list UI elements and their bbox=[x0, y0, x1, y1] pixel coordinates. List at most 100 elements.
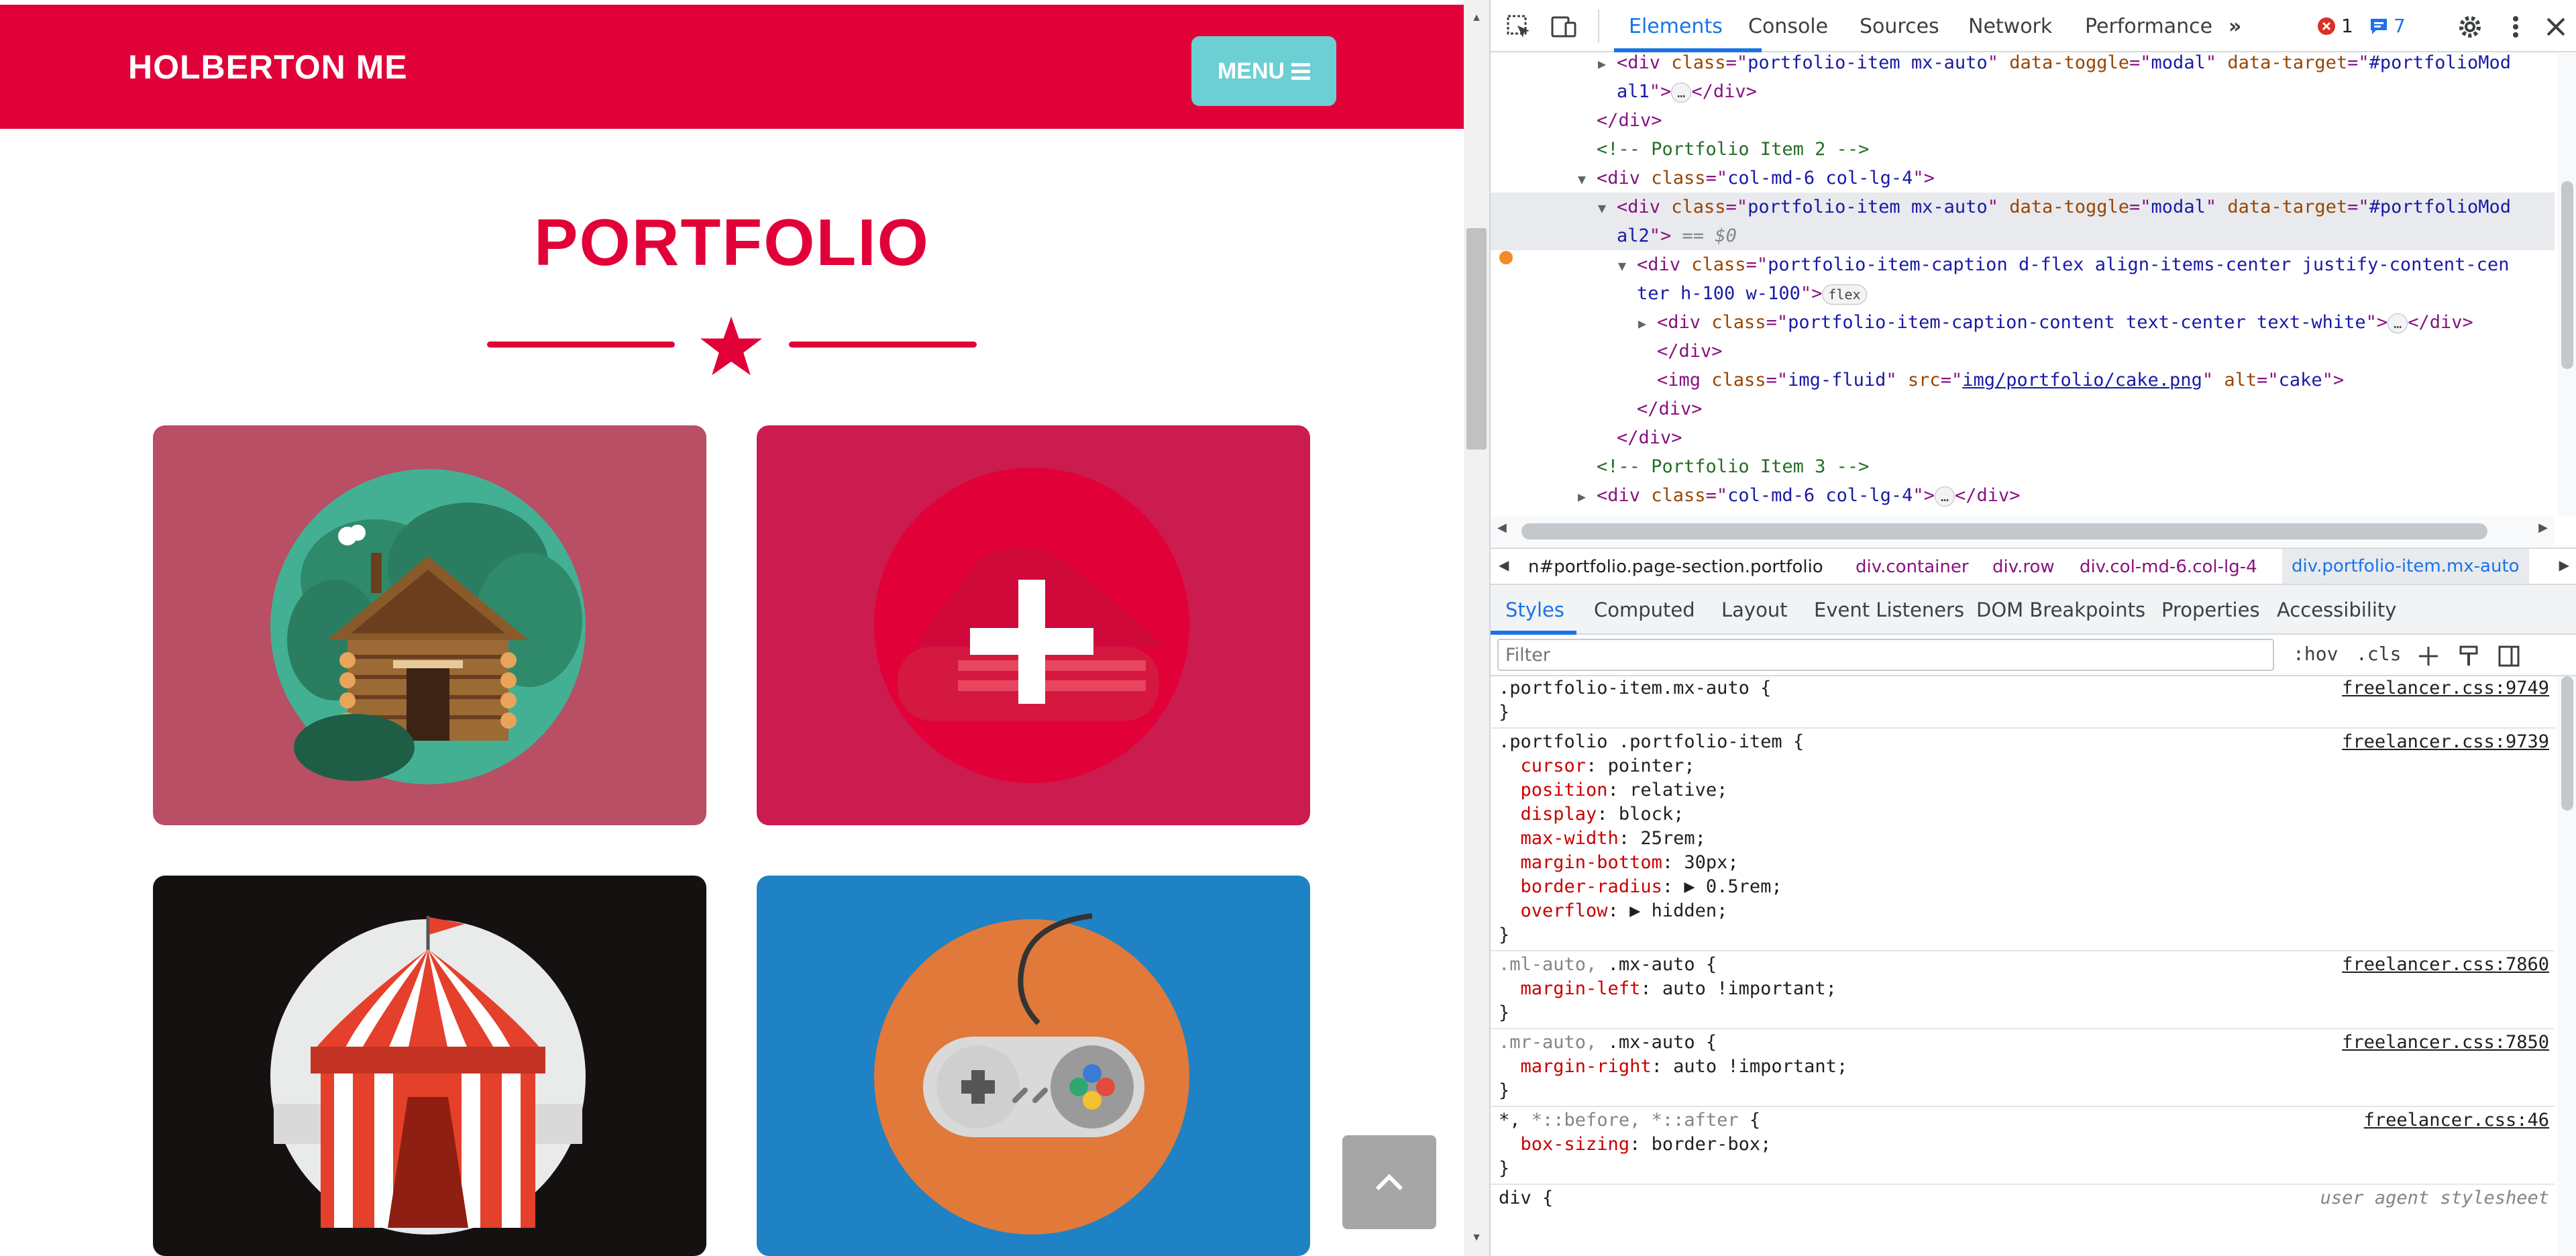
tab-sources[interactable]: Sources bbox=[1860, 15, 1939, 38]
expand-triangle-icon[interactable]: ▼ bbox=[1598, 194, 1617, 223]
css-property-name[interactable]: cursor bbox=[1521, 755, 1587, 776]
paint-brush-icon[interactable] bbox=[2457, 644, 2481, 668]
tab-elements[interactable]: Elements bbox=[1629, 15, 1723, 38]
css-property-name[interactable]: max-width bbox=[1521, 828, 1619, 849]
class-toggle[interactable]: .cls bbox=[2356, 643, 2401, 665]
styles-scrollbar[interactable] bbox=[2557, 676, 2576, 1256]
gear-icon[interactable] bbox=[2457, 13, 2483, 40]
menu-button[interactable]: MENU bbox=[1191, 36, 1336, 106]
tab-dom-breakpoints[interactable]: DOM Breakpoints bbox=[1976, 598, 2145, 621]
scroll-down-icon[interactable]: ▼ bbox=[1464, 1226, 1489, 1249]
portfolio-item-circus[interactable] bbox=[153, 876, 706, 1256]
style-declaration[interactable]: box-sizing: border-box; bbox=[1499, 1133, 2549, 1157]
portfolio-item-cake[interactable] bbox=[757, 425, 1310, 825]
add-rule-icon[interactable] bbox=[2416, 644, 2440, 668]
brand-logo[interactable]: HOLBERTON ME bbox=[128, 48, 408, 87]
style-declaration[interactable]: max-width: 25rem; bbox=[1499, 827, 2549, 851]
dom-tree[interactable]: ▶ <div class="portfolio-item mx-auto" dat… bbox=[1491, 54, 2555, 517]
dom-node-line[interactable]: ter h-100 w-100"> flex bbox=[1491, 279, 2555, 308]
style-source-link[interactable]: freelancer.css:7860 bbox=[2342, 953, 2549, 977]
css-property-name[interactable]: box-sizing bbox=[1521, 1134, 1630, 1155]
dom-node-line[interactable]: <img class="img-fluid" src="img/portfoli… bbox=[1491, 366, 2555, 395]
dom-tree-scrollbar[interactable] bbox=[2557, 54, 2576, 517]
expand-triangle-icon[interactable]: ▼ bbox=[1578, 165, 1597, 194]
css-property-name[interactable]: position bbox=[1521, 780, 1608, 800]
collapse-triangle-icon[interactable]: ▶ bbox=[1638, 309, 1657, 338]
style-rule-selector[interactable]: .portfolio-item.mx-auto {freelancer.css:… bbox=[1499, 676, 2549, 700]
hover-state-toggle[interactable]: :hov bbox=[2293, 643, 2338, 665]
dom-node-line[interactable]: al2"> == $0 bbox=[1491, 221, 2555, 250]
breadcrumb-item-row[interactable]: div.row bbox=[1992, 557, 2055, 577]
style-declaration[interactable]: cursor: pointer; bbox=[1499, 754, 2549, 778]
collapse-triangle-icon[interactable]: ▶ bbox=[1578, 482, 1597, 511]
scroll-left-icon[interactable]: ◀ bbox=[1497, 521, 1507, 535]
error-counter[interactable]: 1 bbox=[2317, 15, 2353, 37]
breadcrumb-item-portfolio-item[interactable]: div.portfolio-item.mx-auto bbox=[2282, 549, 2529, 584]
dom-node-line[interactable]: </div> bbox=[1491, 395, 2555, 423]
dom-token[interactable]: img/portfolio/cake.png bbox=[1962, 370, 2202, 390]
toggle-sidebar-icon[interactable] bbox=[2497, 644, 2521, 668]
dom-badge[interactable]: … bbox=[1934, 486, 1955, 507]
more-options-icon[interactable] bbox=[2502, 13, 2529, 40]
breadcrumb-item-container[interactable]: div.container bbox=[1856, 557, 1969, 577]
dom-node-line[interactable]: ▶ <div class="portfolio-item-caption-cont… bbox=[1491, 308, 2555, 337]
style-rule-selector[interactable]: *, *::before, *::after {freelancer.css:4… bbox=[1499, 1108, 2549, 1133]
scrollbar-thumb[interactable] bbox=[2561, 676, 2573, 810]
scrollbar-thumb[interactable] bbox=[1521, 523, 2487, 539]
scrollbar-thumb[interactable] bbox=[1466, 228, 1487, 450]
style-declaration[interactable]: position: relative; bbox=[1499, 778, 2549, 802]
breadcrumb-item-section[interactable]: n#portfolio.page-section.portfolio bbox=[1528, 557, 1823, 577]
style-declaration[interactable]: margin-left: auto !important; bbox=[1499, 977, 2549, 1001]
dom-badge[interactable]: … bbox=[1671, 82, 1692, 103]
tab-performance[interactable]: Performance bbox=[2085, 15, 2212, 38]
back-to-top-button[interactable] bbox=[1342, 1135, 1436, 1229]
tab-layout[interactable]: Layout bbox=[1721, 598, 1788, 621]
tab-computed[interactable]: Computed bbox=[1594, 598, 1695, 621]
dom-node-line[interactable]: ▼ <div class="portfolio-item mx-auto" dat… bbox=[1491, 193, 2555, 221]
style-source-link[interactable]: freelancer.css:7850 bbox=[2342, 1031, 2549, 1055]
css-property-name[interactable]: margin-bottom bbox=[1521, 852, 1662, 873]
css-property-value[interactable]: pointer; bbox=[1608, 755, 1695, 776]
tab-network[interactable]: Network bbox=[1968, 15, 2052, 38]
dom-node-line[interactable]: al1">… </div> bbox=[1491, 77, 2555, 106]
portfolio-item-game[interactable] bbox=[757, 876, 1310, 1256]
tab-event-listeners[interactable]: Event Listeners bbox=[1814, 598, 1964, 621]
tab-styles[interactable]: Styles bbox=[1505, 598, 1564, 621]
dom-node-line[interactable]: ▶ <div class="portfolio-item mx-auto" dat… bbox=[1491, 54, 2555, 77]
scroll-right-icon[interactable]: ▶ bbox=[2538, 521, 2548, 535]
tab-console[interactable]: Console bbox=[1748, 15, 1828, 38]
css-property-value[interactable]: border-box; bbox=[1652, 1134, 1772, 1155]
style-declaration[interactable]: border-radius: ▶ 0.5rem; bbox=[1499, 875, 2549, 899]
dom-node-line[interactable]: ▶ <div class="col-md-6 col-lg-4">… </div> bbox=[1491, 481, 2555, 510]
css-property-value[interactable]: ▶ 0.5rem; bbox=[1684, 876, 1782, 897]
css-property-value[interactable]: ▶ hidden; bbox=[1629, 900, 1727, 921]
style-source-link[interactable]: freelancer.css:46 bbox=[2364, 1108, 2549, 1133]
more-tabs-button[interactable]: » bbox=[2229, 15, 2241, 38]
dom-badge[interactable]: flex bbox=[1822, 284, 1867, 305]
dom-tree-horizontal-scrollbar[interactable]: ◀ ▶ bbox=[1491, 517, 2555, 546]
css-property-name[interactable]: margin-left bbox=[1521, 978, 1641, 999]
style-declaration[interactable]: margin-right: auto !important; bbox=[1499, 1055, 2549, 1079]
css-property-value[interactable]: 25rem; bbox=[1640, 828, 1706, 849]
css-property-value[interactable]: block; bbox=[1619, 804, 1684, 825]
style-declaration[interactable]: display: block; bbox=[1499, 802, 2549, 827]
css-property-value[interactable]: 30px; bbox=[1684, 852, 1738, 873]
inspect-element-icon[interactable] bbox=[1505, 13, 1532, 40]
css-property-value[interactable]: auto !important; bbox=[1662, 978, 1837, 999]
style-declaration[interactable]: overflow: ▶ hidden; bbox=[1499, 899, 2549, 923]
dom-node-line[interactable]: ▼ <div class="col-md-6 col-lg-4"> bbox=[1491, 164, 2555, 193]
style-rule-selector[interactable]: .mr-auto, .mx-auto {freelancer.css:7850 bbox=[1499, 1031, 2549, 1055]
expand-triangle-icon[interactable]: ▼ bbox=[1618, 252, 1637, 280]
style-source-link[interactable]: freelancer.css:9749 bbox=[2342, 676, 2549, 700]
style-source-link[interactable]: freelancer.css:9739 bbox=[2342, 730, 2549, 754]
style-rule-selector[interactable]: div {user agent stylesheet bbox=[1499, 1186, 2549, 1210]
tab-properties[interactable]: Properties bbox=[2161, 598, 2260, 621]
dom-node-line[interactable]: <!-- Portfolio Item 3 --> bbox=[1491, 452, 2555, 481]
css-property-name[interactable]: display bbox=[1521, 804, 1597, 825]
breadcrumb-back-icon[interactable]: ◀ bbox=[1499, 557, 1509, 573]
css-property-name[interactable]: margin-right bbox=[1521, 1056, 1652, 1077]
css-property-name[interactable]: overflow bbox=[1521, 900, 1608, 921]
css-property-name[interactable]: border-radius bbox=[1521, 876, 1662, 897]
dom-node-line[interactable]: </div> bbox=[1491, 106, 2555, 135]
dom-node-line[interactable]: </div> bbox=[1491, 423, 2555, 452]
